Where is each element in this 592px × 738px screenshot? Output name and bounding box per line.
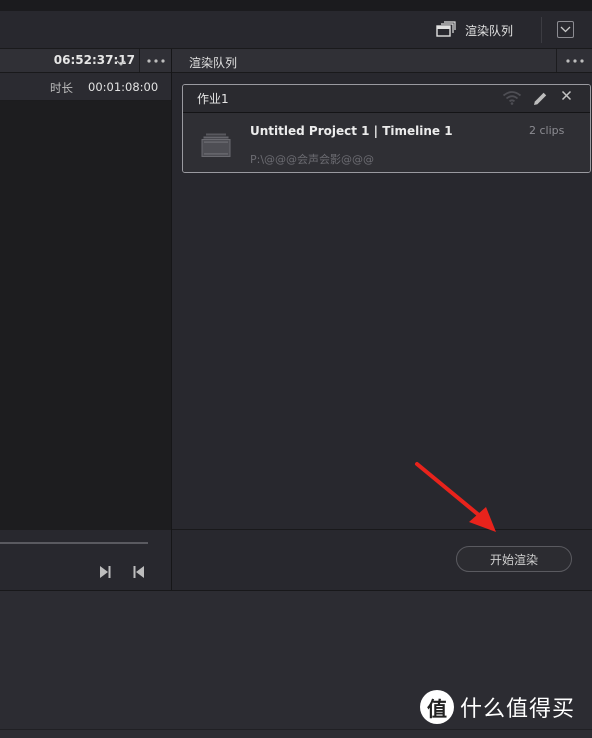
scrub-bar[interactable] xyxy=(0,542,148,544)
render-job-card[interactable]: 作业1 Untitled Project 1 | Timeline 1 P:\@… xyxy=(182,84,591,173)
previous-frame-button[interactable] xyxy=(132,565,146,582)
remove-job-icon[interactable] xyxy=(561,90,572,105)
skip-next-icon xyxy=(100,566,111,578)
duration-label: 时长 xyxy=(50,81,73,95)
skip-previous-icon xyxy=(133,566,144,578)
toolbar-dropdown-button[interactable] xyxy=(557,21,574,38)
duration-value: 00:01:08:00 xyxy=(88,80,159,94)
remote-render-icon[interactable] xyxy=(502,90,522,108)
more-horizontal-icon xyxy=(147,58,165,63)
timecode-dropdown[interactable] xyxy=(116,56,126,70)
chevron-down-icon xyxy=(560,26,571,33)
next-frame-button[interactable] xyxy=(98,565,112,582)
annotation-arrow-icon xyxy=(410,460,510,543)
watermark-text: 什么值得买 xyxy=(460,697,576,722)
render-job-header xyxy=(183,85,590,113)
render-queue-toolbar-label: 渲染队列 xyxy=(465,23,514,38)
render-queue-icon xyxy=(436,20,456,40)
chevron-down-icon xyxy=(116,60,126,66)
edit-job-icon[interactable] xyxy=(533,91,548,109)
render-queue-options-button[interactable] xyxy=(556,49,592,72)
start-render-button[interactable]: 开始渲染 xyxy=(456,546,572,572)
viewer-canvas xyxy=(0,101,171,530)
top-strip xyxy=(0,0,592,11)
timecode-display[interactable]: 06:52:37:17 xyxy=(0,53,135,67)
bottom-divider xyxy=(0,729,592,730)
more-horizontal-icon xyxy=(566,58,584,63)
viewer-options-button[interactable] xyxy=(139,49,172,72)
watermark: 值 什么值得买 xyxy=(420,690,575,724)
render-job-name: 作业1 xyxy=(197,92,229,106)
toolbar-divider xyxy=(541,17,542,43)
timeline-thumbnail-icon xyxy=(201,133,231,160)
render-queue-toolbar-button[interactable]: 渲染队列 xyxy=(436,19,513,41)
render-job-clip-count: 2 clips xyxy=(529,124,565,137)
render-queue-title: 渲染队列 xyxy=(189,56,238,70)
render-job-path: P:\@@@会声会影@@@ xyxy=(250,153,375,166)
watermark-logo: 值 xyxy=(420,690,454,724)
render-job-details xyxy=(183,113,590,172)
render-job-title: Untitled Project 1 | Timeline 1 xyxy=(250,124,453,138)
